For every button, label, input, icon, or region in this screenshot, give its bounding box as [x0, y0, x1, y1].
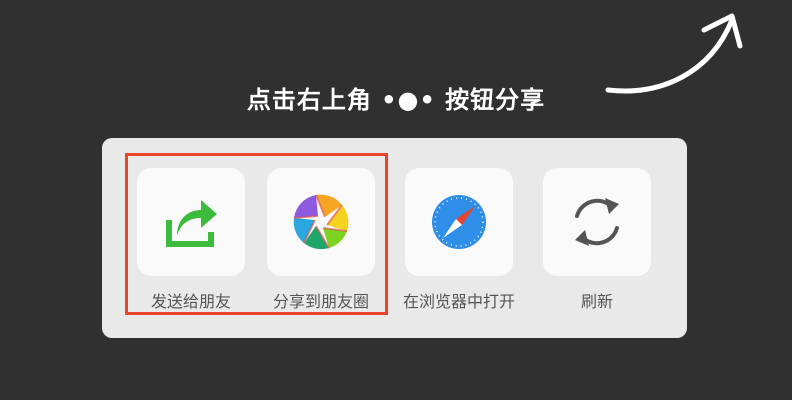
moments-aperture-icon	[293, 194, 349, 250]
share-arrow-icon	[166, 200, 217, 247]
compass-icon	[432, 195, 486, 249]
share-to-moments-button[interactable]: 分享到朋友圈	[265, 168, 377, 312]
share-to-moments-label: 分享到朋友圈	[272, 292, 369, 311]
share-guide-overlay: 点击右上角 •●• 按钮分享 发送给朋友 分享到朋友圈 在浏览器中打开 刷新	[0, 0, 792, 400]
share-to-moments-tile[interactable]	[267, 168, 375, 276]
send-to-friend-tile[interactable]	[137, 168, 245, 276]
send-to-friend-button[interactable]: 发送给朋友	[135, 168, 247, 312]
open-in-browser-label: 在浏览器中打开	[403, 292, 516, 311]
refresh-label: 刷新	[580, 292, 613, 311]
share-hint-text: 点击右上角 •●• 按钮分享	[246, 86, 546, 114]
refresh-tile[interactable]	[543, 168, 651, 276]
send-to-friend-label: 发送给朋友	[150, 292, 231, 311]
refresh-icon	[575, 198, 619, 246]
refresh-button[interactable]: 刷新	[541, 168, 653, 312]
open-in-browser-tile[interactable]	[405, 168, 513, 276]
open-in-browser-button[interactable]: 在浏览器中打开	[403, 168, 515, 312]
